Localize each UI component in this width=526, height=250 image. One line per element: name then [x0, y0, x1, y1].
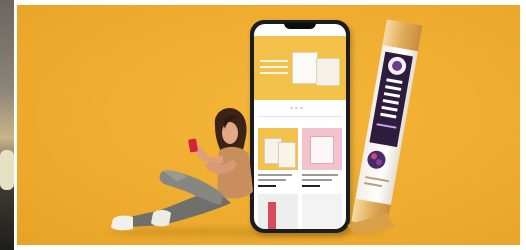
promo-banner[interactable] [17, 5, 520, 245]
previous-slide-strip[interactable] [0, 0, 14, 250]
previous-slide-product [0, 150, 14, 190]
phone-notch [284, 23, 316, 29]
sneaker-front [111, 215, 133, 231]
banner-frame [0, 0, 526, 250]
hand-phone [188, 138, 198, 153]
sneaker-back [151, 210, 171, 227]
woman-figure [111, 107, 253, 231]
